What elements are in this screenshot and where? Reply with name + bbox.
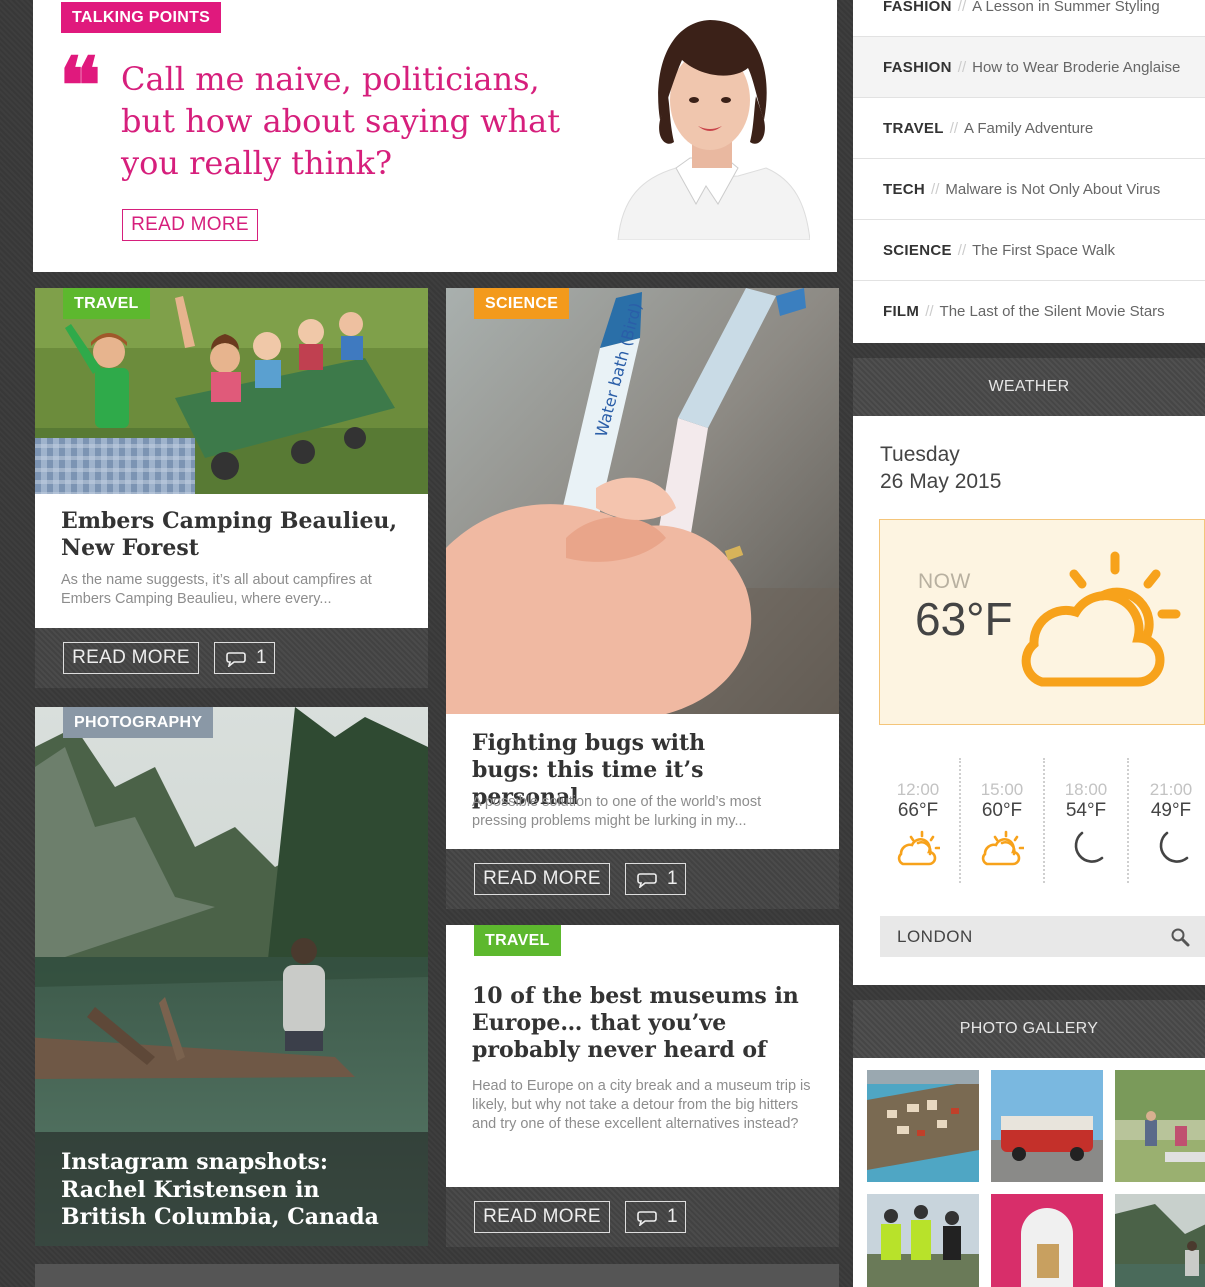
article-card-instagram[interactable]: PHOTOGRAPHY Instagram snapshots: Rachel … (35, 707, 428, 1246)
article-card-camping[interactable]: TRAVEL Embers Camping Beaulieu, New Fore… (35, 288, 428, 688)
topic-item[interactable]: FASHION//A Lesson in Summer Styling (853, 0, 1205, 37)
comment-bubble-icon (226, 652, 246, 667)
weather-now-temp: 63°F (915, 593, 1013, 645)
read-more-button[interactable]: READ MORE (474, 863, 610, 895)
moon-icon (1159, 831, 1189, 863)
topic-item[interactable]: TRAVEL//A Family Adventure (853, 98, 1205, 159)
topic-item[interactable]: FASHION//How to Wear Broderie Anglaise (853, 37, 1205, 98)
search-icon[interactable] (1170, 927, 1190, 947)
article-footer: READ MORE 1 (446, 849, 839, 909)
location-search-input[interactable]: LONDON (880, 916, 1205, 957)
article-excerpt: A possible solution to one of the world’… (472, 794, 762, 829)
article-excerpt: As the name suggests, it’s all about cam… (61, 572, 372, 607)
weather-widget: Tuesday 26 May 2015 NOW 63°F 12:00 66°F … (853, 416, 1205, 985)
weather-now-label: NOW (918, 570, 971, 593)
article-card-bugs[interactable]: Water bath (Bird) SCIENCE Fighting bugs … (446, 288, 839, 909)
category-tag-photography[interactable]: PHOTOGRAPHY (63, 707, 214, 738)
next-card-strip (35, 1264, 839, 1287)
category-tag-travel[interactable]: TRAVEL (474, 925, 561, 956)
hourly-forecast: 12:00 66°F (877, 758, 961, 883)
category-tag-science[interactable]: SCIENCE (474, 288, 570, 319)
hourly-forecast: 21:00 49°F (1129, 758, 1205, 883)
talking-points-read-more-button[interactable]: READ MORE (122, 209, 258, 241)
location-value[interactable]: LONDON (897, 916, 973, 957)
read-more-button[interactable]: READ MORE (63, 642, 199, 674)
article-title[interactable]: Embers Camping Beaulieu, New Forest (61, 508, 411, 562)
topic-list: FASHION//A Lesson in Summer Styling FASH… (853, 0, 1205, 343)
comments-button[interactable]: 1 (625, 1201, 686, 1233)
hourly-forecast: 15:00 60°F (961, 758, 1045, 883)
comment-count: 1 (667, 868, 678, 889)
weather-heading: WEATHER (853, 358, 1205, 416)
topic-item[interactable]: FILM//The Last of the Silent Movie Stars (853, 281, 1205, 342)
article-card-museums[interactable]: TRAVEL 10 of the best museums in Europe…… (446, 925, 839, 1247)
photo-gallery (853, 1058, 1205, 1287)
hourly-forecast: 18:00 54°F (1045, 758, 1129, 883)
comment-count: 1 (256, 647, 267, 668)
gallery-thumb-pink-room[interactable] (991, 1194, 1103, 1287)
weather-now-panel: NOW 63°F (879, 519, 1205, 725)
gallery-thumb-picnic[interactable] (1115, 1070, 1205, 1182)
weather-date: 26 May 2015 (880, 470, 1002, 493)
talking-points-tag[interactable]: TALKING POINTS (61, 2, 222, 33)
read-more-button[interactable]: READ MORE (474, 1201, 610, 1233)
comments-button[interactable]: 1 (625, 863, 686, 895)
gallery-thumb-lake[interactable] (1115, 1194, 1205, 1287)
article-footer: READ MORE 1 (35, 628, 428, 688)
category-tag-travel[interactable]: TRAVEL (63, 288, 150, 319)
gallery-thumb-coastal-village[interactable] (867, 1070, 979, 1182)
columnist-portrait (617, 20, 810, 240)
moon-icon (1074, 831, 1104, 863)
partly-sunny-icon (1021, 551, 1181, 687)
article-excerpt: Head to Europe on a city break and a mus… (472, 1078, 811, 1132)
partly-sunny-icon (981, 830, 1024, 866)
comment-bubble-icon (637, 1211, 657, 1226)
talking-points-quote[interactable]: Call me naive, politicians, but how abou… (121, 58, 601, 184)
comments-button[interactable]: 1 (214, 642, 275, 674)
photo-gallery-heading: PHOTO GALLERY (853, 1000, 1205, 1058)
partly-sunny-icon (897, 830, 940, 866)
article-title[interactable]: 10 of the best museums in Europe… that y… (472, 983, 812, 1064)
comment-bubble-icon (637, 873, 657, 888)
science-pens-photo[interactable]: Water bath (Bird) (446, 288, 839, 714)
article-title[interactable]: Instagram snapshots: Rachel Kristensen i… (61, 1149, 411, 1232)
topic-item[interactable]: SCIENCE//The First Space Walk (853, 220, 1205, 281)
comment-count: 1 (667, 1206, 678, 1227)
gallery-thumb-vintage-bus[interactable] (991, 1070, 1103, 1182)
topic-item[interactable]: TECH//Malware is Not Only About Virus (853, 159, 1205, 220)
weather-day: Tuesday (880, 443, 960, 466)
article-footer: READ MORE 1 (446, 1187, 839, 1247)
gallery-thumb-cyclists[interactable] (867, 1194, 979, 1287)
quote-mark-icon: ❝ (59, 41, 101, 132)
talking-points-feature: TALKING POINTS ❝ Call me naive, politici… (33, 0, 837, 272)
